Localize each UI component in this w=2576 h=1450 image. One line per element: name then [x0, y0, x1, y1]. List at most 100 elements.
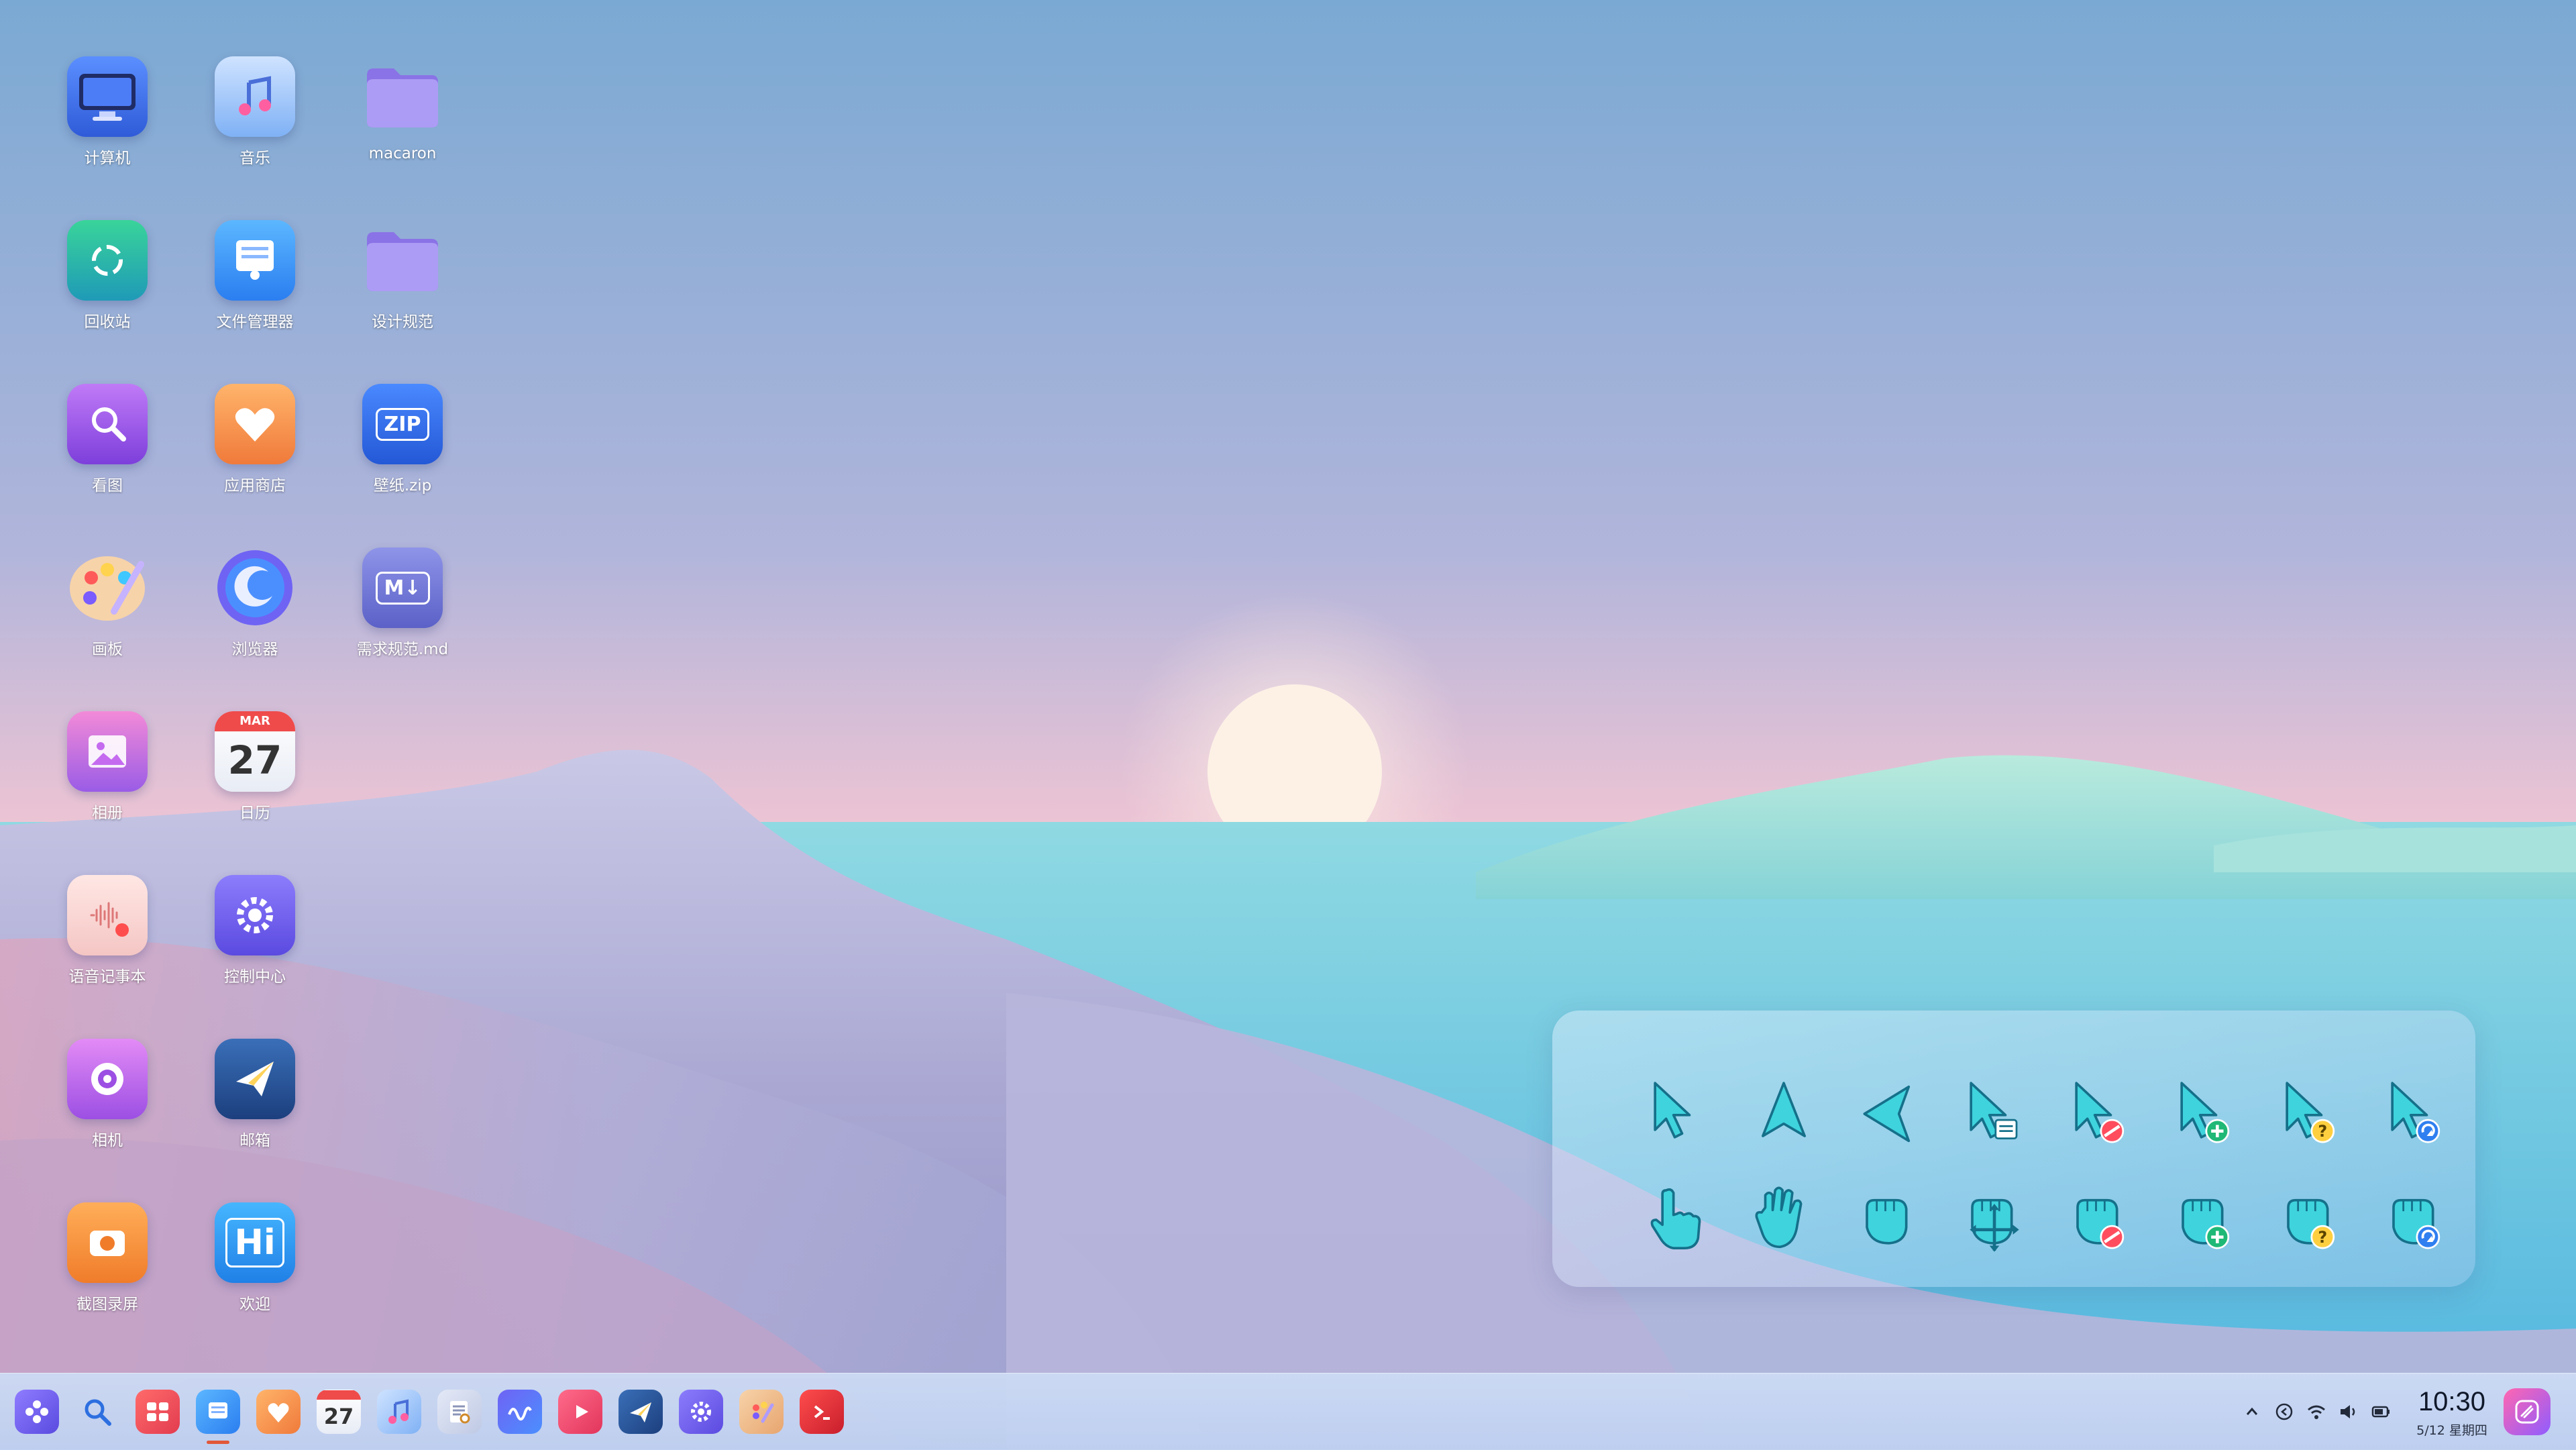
- file-badge: M↓: [375, 571, 430, 605]
- desktop-icon-label: 欢迎: [239, 1296, 270, 1313]
- image-viewer-icon: [67, 384, 148, 464]
- arrow-left-cursor-icon[interactable]: [1849, 1074, 1929, 1154]
- desktop-icon-10[interactable]: 浏览器: [181, 542, 329, 703]
- app-store-icon: [215, 384, 295, 464]
- calendar-month: MAR: [215, 711, 295, 731]
- calendar-day: 27: [227, 737, 282, 783]
- file-badge: ZIP: [375, 407, 430, 441]
- camera-icon: [67, 1039, 148, 1119]
- taskbar-mail-icon[interactable]: [619, 1390, 663, 1434]
- desktop-icon-14[interactable]: 语音记事本: [34, 870, 181, 1031]
- taskbar-app-store-icon[interactable]: [256, 1390, 301, 1434]
- desktop-icon-6[interactable]: 看图: [34, 378, 181, 539]
- desktop-icon-label: 相册: [92, 805, 123, 822]
- desktop-icon-label: 截图录屏: [76, 1296, 138, 1313]
- desktop-icon-label: 回收站: [84, 313, 131, 331]
- desktop-icon-17[interactable]: 邮箱: [181, 1033, 329, 1194]
- desktop-icon-3[interactable]: 回收站: [34, 215, 181, 376]
- album-icon: [67, 711, 148, 792]
- taskbar-palette-icon[interactable]: [739, 1390, 784, 1434]
- taskbar-search-icon[interactable]: [75, 1390, 119, 1434]
- folder-icon: [362, 56, 443, 137]
- desktop-icon-label: 计算机: [84, 150, 131, 167]
- clock-date[interactable]: 5/12 星期四: [2408, 1420, 2496, 1439]
- desktop-icon-label: 邮箱: [239, 1132, 270, 1149]
- taskbar-music-icon[interactable]: [377, 1390, 421, 1434]
- desktop-icon-19[interactable]: Hi 欢迎: [181, 1197, 329, 1358]
- browser-icon: [215, 548, 295, 628]
- welcome-icon: Hi: [215, 1202, 295, 1283]
- clipboard-icon[interactable]: [2273, 1400, 2296, 1423]
- notification-icon: [2515, 1400, 2539, 1424]
- desktop-icon-2[interactable]: macaron: [329, 51, 476, 212]
- taskbar-terminal-icon[interactable]: [800, 1390, 844, 1434]
- desktop-icon-18[interactable]: 截图录屏: [34, 1197, 181, 1358]
- desktop-icon-16[interactable]: 相机: [34, 1033, 181, 1194]
- desktop-icon-15[interactable]: 控制中心: [181, 870, 329, 1031]
- desktop-icon-0[interactable]: 计算机: [34, 51, 181, 212]
- desktop-icon-label: 需求规范.md: [356, 641, 449, 658]
- grab-hand-cursor-icon[interactable]: [1849, 1180, 1929, 1260]
- desktop-icon-label: 文件管理器: [216, 313, 294, 331]
- screenshot-icon: [67, 1202, 148, 1283]
- desktop-icon-label: macaron: [368, 145, 437, 162]
- desktop-icon-label: 看图: [92, 477, 123, 495]
- desktop-icon-4[interactable]: 文件管理器: [181, 215, 329, 376]
- arrow-copy-cursor-icon[interactable]: [2165, 1074, 2245, 1154]
- desktop-icon-9[interactable]: 画板: [34, 542, 181, 703]
- svg-text:?: ?: [2318, 1122, 2327, 1141]
- desktop-icon-13[interactable]: MAR 27 日历: [181, 706, 329, 867]
- svg-text:?: ?: [2318, 1228, 2327, 1247]
- taskbar-browser-icon[interactable]: [498, 1390, 542, 1434]
- desktop-icon-11[interactable]: M↓ 需求规范.md: [329, 542, 476, 703]
- cursor-theme-panel: ? ?: [1552, 1011, 2475, 1287]
- desktop-icon-8[interactable]: ZIP 壁纸.zip: [329, 378, 476, 539]
- taskbar-calendar-icon[interactable]: 27: [317, 1390, 361, 1434]
- taskbar-launcher-icon[interactable]: [15, 1390, 59, 1434]
- wifi-icon[interactable]: [2305, 1400, 2328, 1423]
- notification-center-button[interactable]: [2504, 1388, 2551, 1435]
- control-center-icon: [215, 875, 295, 955]
- taskbar-multitask-icon[interactable]: [136, 1390, 180, 1434]
- desktop-icon-5[interactable]: 设计规范: [329, 215, 476, 376]
- calendar-icon: MAR 27: [215, 711, 295, 792]
- hand-forbidden-cursor-icon[interactable]: [2059, 1180, 2140, 1260]
- arrow-cursor-icon[interactable]: [1638, 1074, 1719, 1154]
- volume-icon[interactable]: [2337, 1400, 2360, 1423]
- taskbar-document-viewer-icon[interactable]: [437, 1390, 482, 1434]
- pointer-hand-cursor-icon[interactable]: [1638, 1180, 1719, 1260]
- desktop-icon-12[interactable]: 相册: [34, 706, 181, 867]
- desktop-icon-label: 语音记事本: [68, 968, 146, 986]
- running-indicator: [207, 1441, 229, 1444]
- desktop-icon-label: 控制中心: [224, 968, 286, 986]
- taskbar-video-icon[interactable]: [558, 1390, 602, 1434]
- zip-file-icon: ZIP: [362, 384, 443, 464]
- desktop-icon-label: 画板: [92, 641, 123, 658]
- chevron-up-icon[interactable]: [2241, 1400, 2263, 1423]
- move-hand-cursor-icon[interactable]: [1954, 1180, 2035, 1260]
- desktop-icon-1[interactable]: 音乐: [181, 51, 329, 212]
- taskbar: 27 10:30 5/12 星期四: [0, 1373, 2576, 1450]
- battery-icon[interactable]: [2369, 1400, 2392, 1423]
- arrow-help-cursor-icon[interactable]: ?: [2270, 1074, 2351, 1154]
- computer-icon: [67, 56, 148, 137]
- mail-icon: [215, 1039, 295, 1119]
- file-manager-icon: [215, 220, 295, 301]
- palette-icon: [67, 548, 148, 628]
- desktop-icon-label: 壁纸.zip: [373, 477, 432, 495]
- arrow-busy-cursor-icon[interactable]: [2375, 1074, 2456, 1154]
- folder-icon: [362, 220, 443, 301]
- trash-icon: [67, 220, 148, 301]
- hand-copy-cursor-icon[interactable]: [2165, 1180, 2245, 1260]
- arrow-up-cursor-icon[interactable]: [1743, 1074, 1824, 1154]
- arrow-forbidden-cursor-icon[interactable]: [2059, 1074, 2140, 1154]
- clock-time[interactable]: 10:30: [2408, 1387, 2496, 1417]
- desktop-icon-7[interactable]: 应用商店: [181, 378, 329, 539]
- hand-busy-cursor-icon[interactable]: [2375, 1180, 2456, 1260]
- calendar-header: [317, 1390, 361, 1400]
- taskbar-settings-icon[interactable]: [679, 1390, 723, 1434]
- taskbar-file-manager-icon[interactable]: [196, 1390, 240, 1434]
- hand-help-cursor-icon[interactable]: ?: [2270, 1180, 2351, 1260]
- open-hand-cursor-icon[interactable]: [1743, 1180, 1824, 1260]
- arrow-context-cursor-icon[interactable]: [1954, 1074, 2035, 1154]
